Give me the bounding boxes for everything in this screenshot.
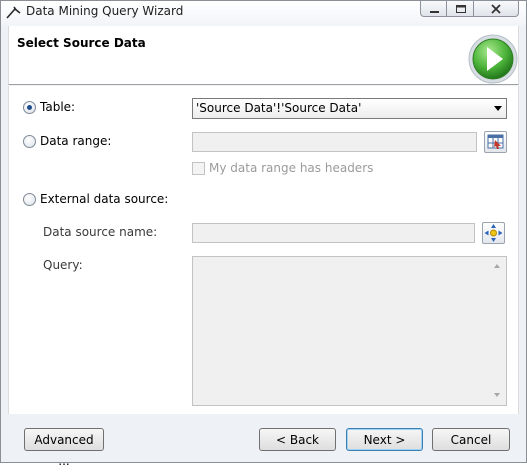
wizard-header (8, 26, 519, 85)
page-title: Select Source Data (17, 36, 146, 50)
query-textarea[interactable] (192, 256, 507, 406)
data-range-radio[interactable] (23, 135, 36, 148)
query-label: Query: (43, 258, 83, 272)
dropdown-arrow-icon (494, 106, 502, 111)
advanced-button[interactable]: Advanced ... (24, 428, 104, 468)
external-source-label: External data source: (40, 192, 169, 206)
data-range-label: Data range: (40, 134, 112, 148)
data-mining-app-icon (6, 6, 21, 19)
headers-checkbox-label: My data range has headers (209, 161, 374, 175)
table-radio[interactable] (23, 101, 36, 114)
browse-data-source-button[interactable] (482, 222, 505, 244)
scroll-down-icon[interactable] (494, 393, 500, 397)
range-picker-icon (487, 134, 504, 149)
data-source-browse-icon (484, 224, 503, 242)
data-source-name-label: Data source name: (43, 225, 158, 239)
back-button[interactable]: < Back (259, 428, 336, 451)
query-scrollbar[interactable] (489, 257, 506, 405)
minimize-button[interactable] (420, 0, 447, 17)
scroll-up-icon[interactable] (494, 264, 500, 268)
next-button[interactable]: Next > (346, 428, 423, 451)
close-icon (491, 4, 501, 14)
select-range-button[interactable] (484, 131, 507, 153)
cancel-button[interactable]: Cancel (432, 428, 510, 451)
maximize-button[interactable] (447, 0, 474, 17)
table-label: Table: (40, 100, 76, 114)
green-next-arrow-icon (468, 34, 518, 84)
radio-selected-dot (27, 105, 32, 110)
headers-checkbox[interactable] (192, 162, 205, 175)
table-select-value: 'Source Data'!'Source Data' (196, 101, 362, 115)
data-range-input[interactable] (192, 132, 477, 152)
window-title: Data Mining Query Wizard (26, 4, 184, 18)
external-source-radio[interactable] (23, 193, 36, 206)
maximize-icon (456, 5, 466, 13)
data-source-name-input[interactable] (192, 223, 475, 243)
close-button[interactable] (474, 0, 519, 17)
minimize-icon (430, 11, 439, 13)
